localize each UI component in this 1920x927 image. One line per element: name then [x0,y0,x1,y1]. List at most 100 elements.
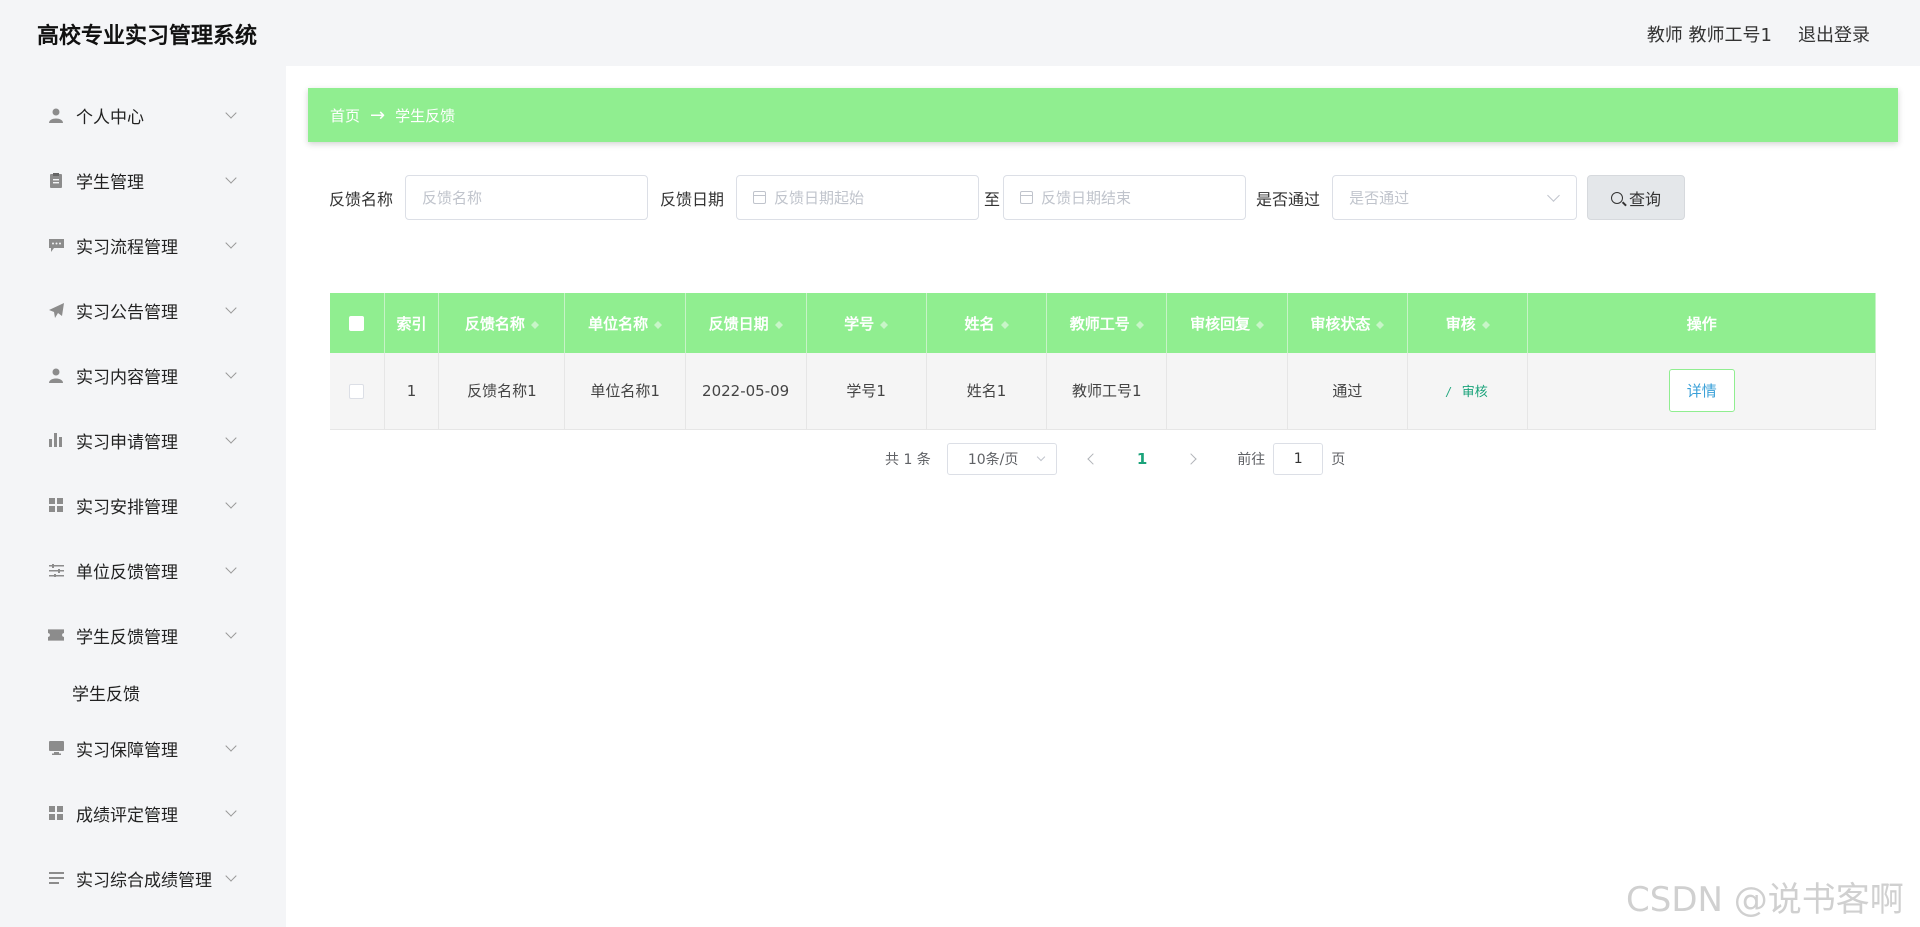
audit-link-label: 审核 [1461,385,1488,401]
sidebar-item-student-management[interactable]: 学生管理 [0,155,260,205]
column-label: 反馈名称 [464,314,525,333]
sidebar-item-label: 单位反馈管理 [76,562,178,583]
sidebar-item-personal-center[interactable]: 个人中心 [0,90,260,140]
next-page-icon[interactable] [1185,453,1197,465]
sidebar-item-content-management[interactable]: 实习内容管理 [0,350,260,400]
sort-icon[interactable] [1000,317,1009,331]
sidebar-item-grade-evaluation-management[interactable]: 成绩评定管理 [0,788,260,838]
sidebar-item-label: 实习保障管理 [76,740,178,761]
breadcrumb: 首页 → 学生反馈 [308,88,1898,142]
sort-icon[interactable] [1481,317,1490,331]
search-button[interactable]: 查询 [1587,175,1686,220]
sidebar-item-arrangement-management[interactable]: 实习安排管理 [0,480,260,530]
calendar-icon [753,191,767,204]
breadcrumb-home[interactable]: 首页 [330,105,360,126]
column-header[interactable]: 学号 [806,293,927,353]
pass-select[interactable]: 是否通过 [1332,175,1578,220]
column-label: 审核 [1445,314,1476,333]
grid-icon [48,805,64,821]
cell-feedback-date: 2022-05-09 [685,353,807,430]
column-header[interactable]: 反馈名称 [438,293,566,353]
sidebar-item-announcement-management[interactable]: 实习公告管理 [0,285,260,335]
chevron-down-icon [225,869,237,882]
chevron-down-icon [225,301,237,314]
column-label: 审核状态 [1310,314,1371,333]
page-suffix: 页 [1331,452,1346,468]
date-separator: 至 [984,189,1001,209]
chevron-down-icon [225,366,237,379]
feedback-name-placeholder: 反馈名称 [422,189,483,207]
chevron-down-icon [225,739,237,752]
sidebar: 个人中心 学生管理 实习流程管理 实习公告管理 实习内容管理 实习申请管理 实习… [0,66,286,927]
feedback-name-input[interactable]: 反馈名称 [405,175,649,220]
sidebar-item-overall-grade-management[interactable]: 实习综合成绩管理 [0,853,260,903]
sidebar-item-label: 实习公告管理 [76,302,178,323]
feedback-table: 索引 反馈名称 单位名称 反馈日期 学号 姓名 教师工号 审核回复 审核状态 审… [330,293,1876,430]
sort-icon[interactable] [880,317,889,331]
date-start-input[interactable]: 反馈日期起始 [736,175,980,220]
cell-student-no: 学号1 [806,353,927,430]
column-label: 教师工号 [1069,314,1130,333]
sort-icon[interactable] [654,317,663,331]
column-header[interactable]: 姓名 [926,293,1048,353]
column-header[interactable]: 审核 [1407,293,1529,353]
column-label: 学号 [844,314,875,333]
sort-icon[interactable] [1376,317,1385,331]
goto-label: 前往 [1237,452,1266,468]
page-number[interactable]: 1 [1137,450,1147,468]
sidebar-item-student-feedback-management[interactable]: 学生反馈管理 [0,610,260,660]
sidebar-item-label: 实习流程管理 [76,237,178,258]
column-label: 索引 [396,314,427,333]
search-icon [1611,191,1624,204]
goto-page-input[interactable]: 1 [1273,443,1324,475]
user-icon [48,367,64,383]
audit-link[interactable]: 审核 [1445,385,1488,401]
column-label: 审核回复 [1190,314,1251,333]
prev-page-icon[interactable] [1087,453,1099,465]
row-select-cell [330,353,385,430]
top-bar: 高校专业实习管理系统 教师 教师工号1 退出登录 [0,0,1920,66]
sidebar-item-label: 实习内容管理 [76,367,178,388]
sidebar-item-process-management[interactable]: 实习流程管理 [0,220,260,270]
cell-teacher-no: 教师工号1 [1046,353,1168,430]
column-header[interactable]: 审核状态 [1287,293,1409,353]
column-label: 操作 [1686,314,1717,333]
sidebar-item-label: 个人中心 [76,107,144,128]
submenu-item-student-feedback[interactable]: 学生反馈 [72,680,140,705]
column-header[interactable]: 单位名称 [564,293,686,353]
sort-icon[interactable] [774,317,783,331]
feedback-name-label: 反馈名称 [329,189,394,209]
row-checkbox[interactable] [349,383,365,399]
sidebar-item-label: 成绩评定管理 [76,805,178,826]
bar-chart-icon [48,432,64,448]
date-end-input[interactable]: 反馈日期结束 [1003,175,1247,220]
detail-button[interactable]: 详情 [1668,369,1735,413]
column-header[interactable]: 审核回复 [1166,293,1288,353]
total-count: 共 1 条 [885,452,931,468]
chevron-down-icon [225,236,237,249]
page-size-select[interactable]: 10条/页 [946,443,1057,475]
logout-link[interactable]: 退出登录 [1798,21,1870,47]
search-button-label: 查询 [1629,189,1662,209]
sidebar-item-label: 学生反馈管理 [76,627,178,648]
cell-audit: 审核 [1407,353,1529,430]
calendar-icon [1020,191,1034,204]
sidebar-item-application-management[interactable]: 实习申请管理 [0,415,260,465]
sort-icon[interactable] [530,317,539,331]
header-actions: 教师 教师工号1 退出登录 [1647,21,1870,47]
user-icon [48,107,64,123]
sort-icon[interactable] [1256,317,1265,331]
column-header[interactable]: 反馈日期 [685,293,807,353]
chevron-down-icon [225,561,237,574]
sidebar-item-unit-feedback-management[interactable]: 单位反馈管理 [0,545,260,595]
select-all-checkbox[interactable] [349,316,365,331]
chevron-down-icon [225,171,237,184]
sidebar-item-guarantee-management[interactable]: 实习保障管理 [0,723,260,773]
column-header[interactable]: 教师工号 [1046,293,1168,353]
select-all-cell [330,293,385,353]
table-row: 1 反馈名称1 单位名称1 2022-05-09 学号1 姓名1 教师工号1 通… [330,353,1876,430]
sliders-icon [48,562,64,578]
sort-icon[interactable] [1135,317,1144,331]
send-icon [48,302,64,318]
breadcrumb-current: 学生反馈 [395,106,456,125]
